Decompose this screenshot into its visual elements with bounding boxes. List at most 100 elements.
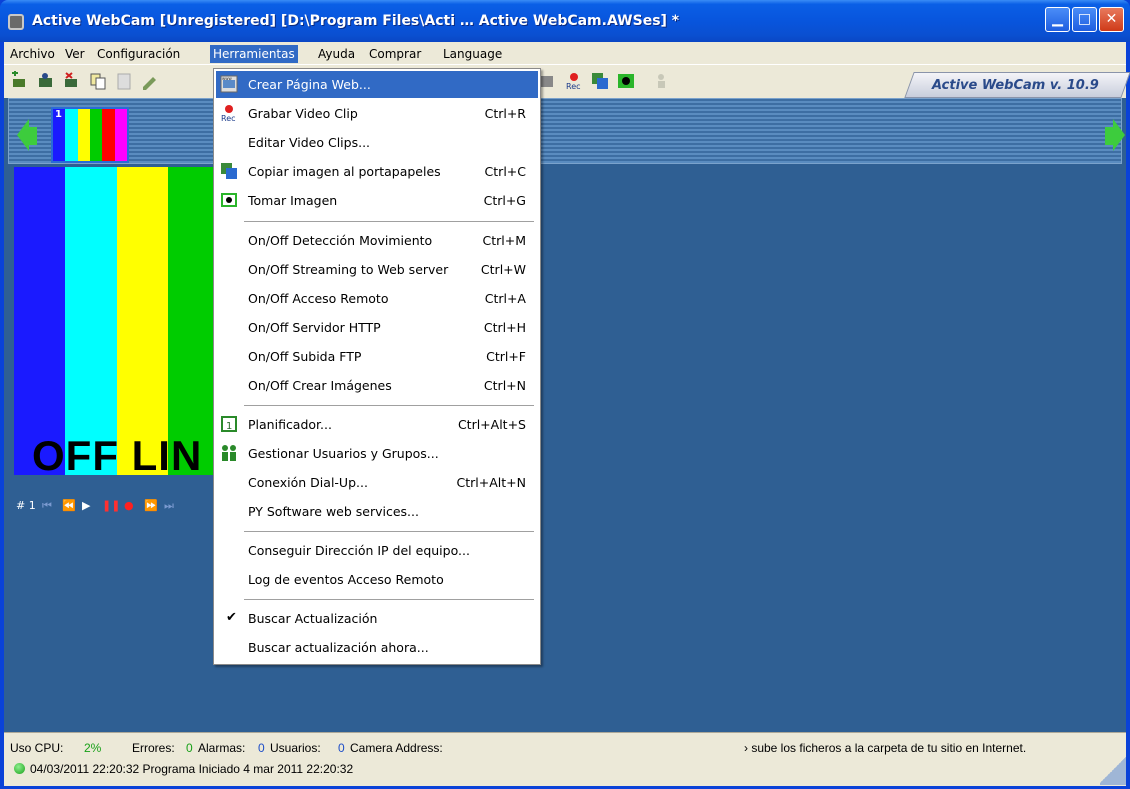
first-frame-icon[interactable]: ⏮ [42, 499, 52, 513]
scroll-right-arrow-icon[interactable] [1113, 119, 1125, 151]
edit-icon[interactable] [140, 71, 160, 91]
menu-herramientas[interactable]: Herramientas [210, 45, 298, 63]
paste-icon[interactable] [114, 71, 134, 91]
minimize-button[interactable]: ▁ [1045, 7, 1070, 32]
copy-icon[interactable] [88, 71, 108, 91]
status-ok-icon [14, 763, 25, 774]
menu-item-label: On/Off Detección Movimiento [248, 233, 433, 248]
calendar-icon: 1 [221, 416, 237, 432]
last-frame-icon[interactable]: ⏭ [164, 499, 174, 513]
rewind-icon[interactable]: ⏪ [62, 499, 76, 512]
menu-item-shortcut: Ctrl+G [483, 193, 526, 208]
menu-separator [244, 531, 534, 533]
scroll-left-arrow-icon[interactable] [17, 119, 29, 151]
menu-item-conexion-dialup[interactable]: Conexión Dial-Up... Ctrl+Alt+N [216, 469, 538, 496]
menu-item-shortcut: Ctrl+R [484, 106, 526, 121]
menu-item-copiar-imagen[interactable]: Copiar imagen al portapapeles Ctrl+C [216, 158, 538, 185]
menu-item-crear-pagina-web[interactable]: www Crear Página Web... [216, 71, 538, 98]
users-disabled-icon[interactable] [654, 71, 674, 91]
client-area: Archivo Ver Configuración Herramientas A… [4, 42, 1130, 786]
menu-item-label: On/Off Crear Imágenes [248, 378, 392, 393]
herramientas-menu: www Crear Página Web... Rec Grabar Video… [213, 68, 541, 665]
menu-item-log-eventos[interactable]: Log de eventos Acceso Remoto [216, 566, 538, 593]
window-title: Active WebCam [Unregistered] [D:\Program… [32, 13, 680, 29]
menu-item-label: Buscar Actualización [248, 611, 378, 626]
menu-item-direccion-ip[interactable]: Conseguir Dirección IP del equipo... [216, 537, 538, 564]
svg-text:1: 1 [226, 421, 232, 432]
menu-item-shortcut: Ctrl+W [480, 262, 526, 277]
title-bar[interactable]: Active WebCam [Unregistered] [D:\Program… [0, 0, 1130, 42]
menu-item-label: Gestionar Usuarios y Grupos... [248, 446, 439, 461]
scroll-left-arrow-stem[interactable] [29, 127, 37, 145]
menu-separator [244, 405, 534, 407]
menu-item-shortcut: Ctrl+H [483, 320, 526, 335]
menu-item-planificador[interactable]: 1 Planificador... Ctrl+Alt+S [216, 411, 538, 438]
errors-label: Errores: [132, 741, 175, 755]
menu-item-servidor-http[interactable]: On/Off Servidor HTTP Ctrl+H [216, 314, 538, 341]
menu-item-shortcut: Ctrl+N [483, 378, 526, 393]
status-hint: › sube los ficheros a la carpeta de tu s… [744, 741, 1027, 755]
menu-item-crear-imagenes[interactable]: On/Off Crear Imágenes Ctrl+N [216, 372, 538, 399]
forward-icon[interactable]: ⏩ [144, 499, 158, 512]
snapshot-icon[interactable] [616, 71, 636, 91]
users-icon [222, 445, 236, 461]
menu-item-deteccion-movimiento[interactable]: On/Off Detección Movimiento Ctrl+M [216, 227, 538, 254]
player-controls: # 1 ⏮ ⏪ ▶ ❚❚ ● ⏩ ⏭ [14, 497, 219, 515]
menu-ver[interactable]: Ver [62, 45, 88, 63]
remove-camera-icon[interactable] [62, 71, 82, 91]
menu-separator [244, 599, 534, 601]
users-label: Usuarios: [270, 741, 321, 755]
menu-item-shortcut: Ctrl+Alt+N [456, 475, 526, 490]
camera-icon [221, 193, 237, 207]
menu-comprar[interactable]: Comprar [366, 45, 424, 63]
camera-thumbnail[interactable] [51, 107, 129, 163]
menu-item-grabar-video-clip[interactable]: Rec Grabar Video Clip Ctrl+R [216, 100, 538, 127]
menu-item-subida-ftp[interactable]: On/Off Subida FTP Ctrl+F [216, 343, 538, 370]
menu-item-shortcut: Ctrl+C [484, 164, 526, 179]
offline-label: OFF LIN [32, 432, 203, 479]
copy-image-icon [221, 163, 237, 179]
cpu-value: 2% [84, 741, 102, 755]
camera-thumbnail-number: 1 [55, 109, 62, 120]
menu-item-editar-video-clips[interactable]: Editar Video Clips... [216, 129, 538, 156]
svg-text:Rec: Rec [221, 114, 236, 122]
app-icon[interactable] [8, 14, 24, 30]
menu-item-py-software[interactable]: PY Software web services... [216, 498, 538, 525]
menu-item-acceso-remoto[interactable]: On/Off Acceso Remoto Ctrl+A [216, 285, 538, 312]
menu-item-buscar-actualizacion[interactable]: ✔ Buscar Actualización [216, 605, 538, 632]
camera-video-view[interactable] [14, 167, 219, 475]
menu-item-tomar-imagen[interactable]: Tomar Imagen Ctrl+G [216, 187, 538, 214]
record-icon[interactable]: Rec [564, 71, 584, 91]
menu-separator [244, 221, 534, 223]
web-page-icon: www [220, 75, 238, 93]
event-log-line: 04/03/2011 22:20:32 Programa Iniciado 4 … [30, 762, 354, 776]
camera-settings-icon[interactable] [36, 71, 56, 91]
menu-item-streaming[interactable]: On/Off Streaming to Web server Ctrl+W [216, 256, 538, 283]
menu-language[interactable]: Language [440, 45, 505, 63]
add-camera-icon[interactable] [10, 71, 30, 91]
pause-icon[interactable]: ❚❚ [102, 499, 120, 512]
close-button[interactable]: ✕ [1099, 7, 1124, 32]
menu-configuracion[interactable]: Configuración [94, 45, 183, 63]
camera-strip: 1 [8, 98, 1125, 164]
menu-item-label: Copiar imagen al portapapeles [248, 164, 441, 179]
menu-archivo[interactable]: Archivo [7, 45, 58, 63]
menu-item-label: Buscar actualización ahora... [248, 640, 429, 655]
menu-item-label: Grabar Video Clip [248, 106, 358, 121]
menu-item-buscar-ahora[interactable]: Buscar actualización ahora... [216, 634, 538, 661]
scroll-right-arrow-stem[interactable] [1105, 127, 1113, 145]
cpu-label: Uso CPU: [10, 741, 64, 755]
menu-item-label: Crear Página Web... [248, 77, 371, 92]
menu-item-shortcut: Ctrl+A [484, 291, 526, 306]
camera-address-label: Camera Address: [350, 741, 443, 755]
play-icon[interactable]: ▶ [82, 499, 90, 512]
menu-item-label: PY Software web services... [248, 504, 419, 519]
record-icon: Rec [221, 105, 236, 122]
menu-item-label: Editar Video Clips... [248, 135, 371, 150]
record-dot-icon[interactable]: ● [124, 499, 134, 512]
menu-item-gestionar-usuarios[interactable]: Gestionar Usuarios y Grupos... [216, 440, 538, 467]
resize-grip-icon[interactable] [1100, 755, 1126, 785]
copy-image-icon[interactable] [590, 71, 610, 91]
maximize-button[interactable]: □ [1072, 7, 1097, 32]
menu-ayuda[interactable]: Ayuda [315, 45, 358, 63]
